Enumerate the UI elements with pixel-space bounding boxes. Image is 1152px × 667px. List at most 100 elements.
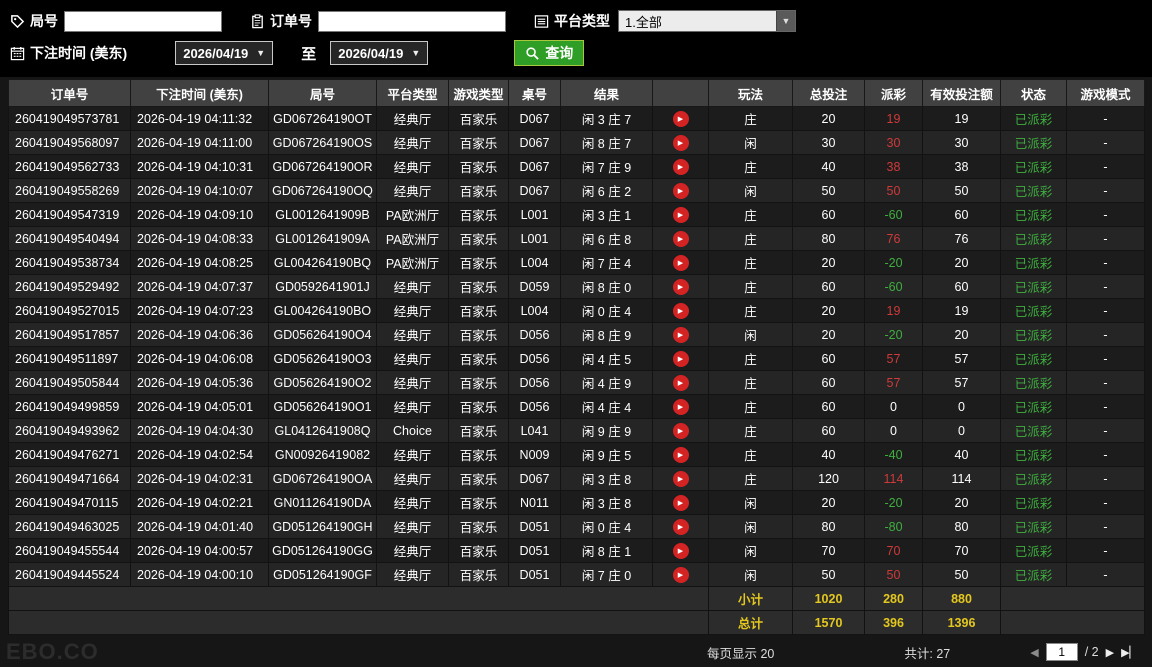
cell-game-no: GN00926419082: [268, 442, 377, 467]
play-video-button[interactable]: ▶: [672, 326, 689, 343]
prev-page-button[interactable]: ◀: [1030, 646, 1038, 659]
table-row: 260419049470115 2026-04-19 04:02:21 GN0112…: [8, 490, 1145, 515]
header-play-type: 玩法: [708, 79, 793, 107]
clipboard-icon: [252, 13, 263, 28]
play-video-button[interactable]: ▶: [672, 542, 689, 559]
cell-play-type: 庄: [708, 106, 793, 131]
cell-game-mode: -: [1066, 538, 1145, 563]
header-valid-bet: 有效投注额: [922, 79, 1001, 107]
page-size-value: 20: [760, 646, 775, 661]
cell-order-no: 260419049558269: [8, 178, 131, 203]
play-video-button[interactable]: ▶: [672, 494, 689, 511]
cell-payout: -20: [864, 250, 923, 275]
cell-bet-time: 2026-04-19 04:02:54: [130, 442, 269, 467]
cell-game-no: GD051264190GH: [268, 514, 377, 539]
summary-valid-bet: 880: [922, 586, 1001, 611]
cell-status: 已派彩: [1000, 178, 1067, 203]
cell-bet-time: 2026-04-19 04:05:36: [130, 370, 269, 395]
cell-platform-type: 经典厅: [376, 274, 449, 299]
play-video-button[interactable]: ▶: [672, 422, 689, 439]
play-video-button[interactable]: ▶: [672, 230, 689, 247]
cell-valid-bet: 20: [922, 490, 1001, 515]
cell-game-mode: -: [1066, 322, 1145, 347]
play-video-button[interactable]: ▶: [672, 134, 689, 151]
cell-game-no: GD067264190OR: [268, 154, 377, 179]
cell-replay: ▶: [652, 298, 709, 323]
play-video-button[interactable]: ▶: [672, 446, 689, 463]
search-button[interactable]: 查询: [514, 40, 585, 66]
date-from-value: 2026/04/19: [183, 45, 249, 61]
platform-type-label-group: 平台类型: [534, 11, 610, 31]
table-body: 260419049573781 2026-04-19 04:11:32 GD0672…: [8, 106, 1145, 635]
play-video-button[interactable]: ▶: [672, 206, 689, 223]
game-no-input[interactable]: [64, 10, 222, 32]
cell-game-type: 百家乐: [448, 442, 509, 467]
summary-empty: [1000, 586, 1145, 611]
cell-game-type: 百家乐: [448, 106, 509, 131]
cell-table-no: L004: [508, 250, 561, 275]
table-row: 260419049511897 2026-04-19 04:06:08 GD0562…: [8, 346, 1145, 371]
cell-result: 闲 9 庄 9: [560, 418, 653, 443]
play-video-button[interactable]: ▶: [672, 182, 689, 199]
cell-valid-bet: 0: [922, 418, 1001, 443]
play-video-button[interactable]: ▶: [672, 158, 689, 175]
cell-status: 已派彩: [1000, 490, 1067, 515]
play-video-button[interactable]: ▶: [672, 254, 689, 271]
cell-replay: ▶: [652, 466, 709, 491]
cell-table-no: D067: [508, 154, 561, 179]
date-to-select[interactable]: 2026/04/19 ▼: [330, 41, 429, 65]
play-video-button[interactable]: ▶: [672, 278, 689, 295]
cell-play-type: 闲: [708, 514, 793, 539]
cell-status: 已派彩: [1000, 226, 1067, 251]
play-video-button[interactable]: ▶: [672, 302, 689, 319]
cell-platform-type: Choice: [376, 418, 449, 443]
cell-result: 闲 3 庄 8: [560, 466, 653, 491]
table-row: 260419049471664 2026-04-19 04:02:31 GD0672…: [8, 466, 1145, 491]
cell-play-type: 庄: [708, 226, 793, 251]
page-input[interactable]: [1045, 643, 1078, 661]
cell-bet-time: 2026-04-19 04:02:21: [130, 490, 269, 515]
last-page-button[interactable]: ▶▏: [1121, 646, 1138, 659]
cell-bet-time: 2026-04-19 04:10:31: [130, 154, 269, 179]
table-row: 260419049499859 2026-04-19 04:05:01 GD0562…: [8, 394, 1145, 419]
cell-status: 已派彩: [1000, 250, 1067, 275]
cell-game-mode: -: [1066, 514, 1145, 539]
play-video-button[interactable]: ▶: [672, 374, 689, 391]
table-row: 260419049455544 2026-04-19 04:00:57 GD0512…: [8, 538, 1145, 563]
filter-row-bottom: 下注时间 (美东) 2026/04/19 ▼ 至 2026/04/19 ▼ 查询: [10, 37, 1142, 69]
table-header-row: 订单号 下注时间 (美东) 局号 平台类型 游戏类型 桌号 结果 玩法 总投注 …: [8, 79, 1145, 107]
play-video-button[interactable]: ▶: [672, 398, 689, 415]
cell-game-mode: -: [1066, 298, 1145, 323]
cell-play-type: 庄: [708, 154, 793, 179]
cell-valid-bet: 76: [922, 226, 1001, 251]
play-video-button[interactable]: ▶: [672, 566, 689, 583]
cell-total-bet: 70: [792, 538, 865, 563]
date-from-select[interactable]: 2026/04/19 ▼: [175, 41, 274, 65]
cell-payout: 114: [864, 466, 923, 491]
play-video-button[interactable]: ▶: [672, 470, 689, 487]
cell-status: 已派彩: [1000, 202, 1067, 227]
cell-payout: 38: [864, 154, 923, 179]
header-total-bet: 总投注: [792, 79, 865, 107]
cell-replay: ▶: [652, 442, 709, 467]
play-video-button[interactable]: ▶: [672, 110, 689, 127]
cell-game-type: 百家乐: [448, 418, 509, 443]
platform-type-value: 1.全部: [625, 14, 662, 30]
total-count-label: 共计: 27: [904, 646, 951, 661]
next-page-button[interactable]: ▶: [1106, 646, 1114, 659]
cell-valid-bet: 57: [922, 346, 1001, 371]
cell-total-bet: 20: [792, 298, 865, 323]
cell-game-type: 百家乐: [448, 202, 509, 227]
cell-platform-type: 经典厅: [376, 562, 449, 587]
chevron-down-icon[interactable]: ▼: [776, 11, 795, 31]
cell-game-mode: -: [1066, 562, 1145, 587]
platform-type-select[interactable]: 1.全部 ▼: [618, 10, 796, 32]
cell-status: 已派彩: [1000, 346, 1067, 371]
play-video-button[interactable]: ▶: [672, 518, 689, 535]
cell-total-bet: 80: [792, 226, 865, 251]
order-no-input[interactable]: [318, 10, 506, 32]
table-row: 260419049505844 2026-04-19 04:05:36 GD0562…: [8, 370, 1145, 395]
page-size-control[interactable]: 每页显示 20: [707, 643, 774, 662]
play-video-button[interactable]: ▶: [672, 350, 689, 367]
header-game-mode: 游戏模式: [1066, 79, 1145, 107]
